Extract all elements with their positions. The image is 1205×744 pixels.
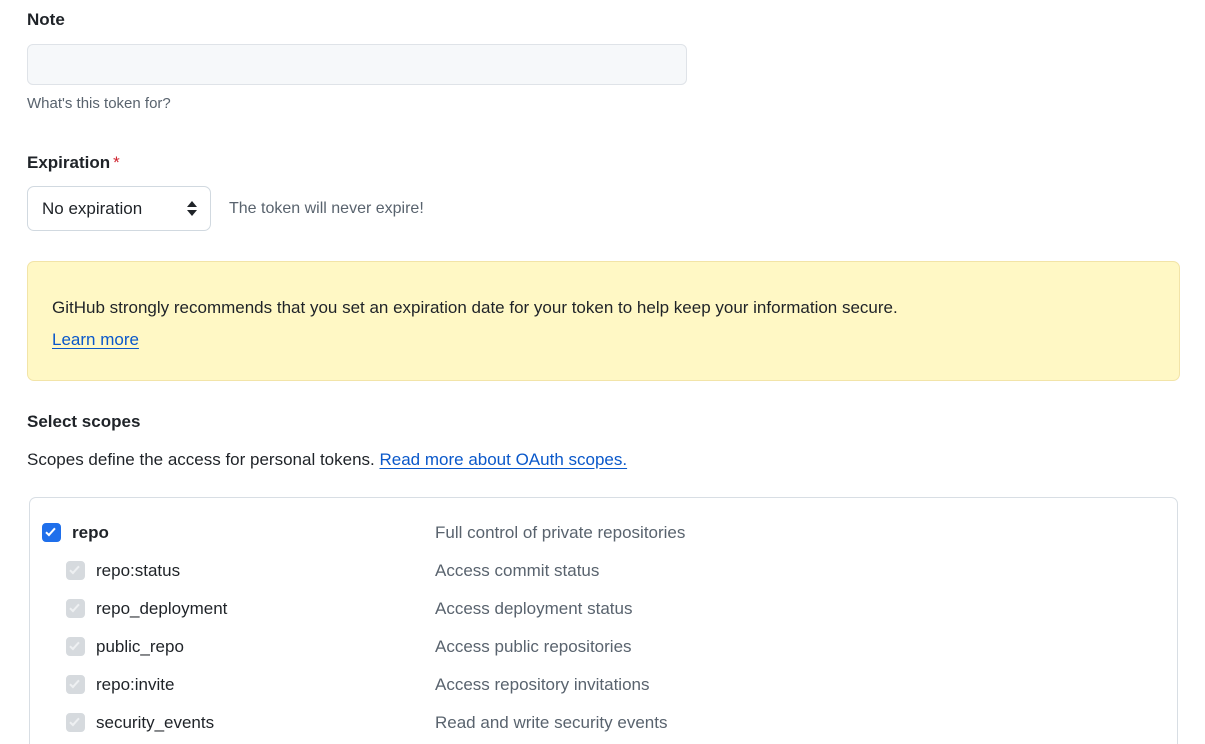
expiration-field-group: Expiration * No expiration The token will… [27, 153, 827, 232]
scope-checkbox [66, 561, 85, 581]
scope-label-cell: repo:invite [30, 675, 435, 695]
scope-description: Access deployment status [435, 598, 633, 618]
scope-checkbox [66, 713, 85, 733]
scope-row: repo:invite Access repository invitations [30, 666, 1177, 704]
scope-description: Access public repositories [435, 636, 632, 656]
expiration-select[interactable]: No expiration [27, 186, 211, 232]
scope-label-cell: repo [30, 523, 435, 543]
checkmark-icon [69, 716, 80, 727]
scope-label-cell: repo_deployment [30, 599, 435, 619]
scope-name: repo:invite [96, 674, 175, 694]
scope-checkbox [66, 599, 85, 619]
scope-checkbox[interactable] [42, 523, 61, 543]
note-help-text: What's this token for? [27, 95, 171, 113]
checkmark-icon [69, 602, 80, 613]
scope-row[interactable]: repo Full control of private repositories [30, 514, 1177, 552]
scope-checkbox [66, 675, 85, 695]
note-field-group: Note What's this token for? [27, 10, 727, 114]
scope-description: Access commit status [435, 560, 600, 580]
scope-name: repo:status [96, 560, 181, 580]
warning-text: GitHub strongly recommends that you set … [52, 298, 898, 317]
scope-row: repo_deployment Access deployment status [30, 590, 1177, 628]
checkmark-icon [69, 678, 80, 689]
scope-description: Read and write security events [435, 712, 668, 732]
expiration-label-text: Expiration [27, 153, 111, 172]
scopes-title: Select scopes [27, 412, 141, 431]
expiration-row: No expiration The token will never expir… [27, 186, 827, 232]
scope-name: repo [72, 522, 109, 542]
checkmark-icon [69, 564, 80, 575]
scopes-list: repo Full control of private repositories… [29, 497, 1178, 744]
scope-description: Full control of private repositories [435, 522, 686, 542]
scope-checkbox [66, 637, 85, 657]
required-asterisk: * [113, 153, 120, 172]
expiration-note: The token will never expire! [229, 199, 424, 217]
note-input[interactable] [27, 44, 687, 86]
scope-label-cell: public_repo [30, 637, 435, 657]
scope-row: public_repo Access public repositories [30, 628, 1177, 666]
scope-description: Access repository invitations [435, 674, 650, 694]
scope-name: security_events [96, 712, 215, 732]
scopes-description-text: Scopes define the access for personal to… [27, 450, 375, 469]
scope-row: repo:status Access commit status [30, 552, 1177, 590]
checkmark-icon [69, 640, 80, 651]
scope-label-cell: security_events [30, 713, 435, 733]
expiration-warning-banner: GitHub strongly recommends that you set … [27, 261, 1180, 381]
scopes-heading-group: Select scopes Scopes define the access f… [27, 412, 1027, 471]
oauth-scopes-link[interactable]: Read more about OAuth scopes. [380, 450, 628, 469]
expiration-selected-value: No expiration [42, 198, 143, 218]
token-form-page: Note What's this token for? Expiration * … [0, 0, 1205, 744]
expiration-label: Expiration * [27, 153, 827, 173]
scope-name: public_repo [96, 636, 184, 656]
checkmark-icon [45, 526, 56, 537]
chevron-up-down-icon [187, 201, 197, 217]
scopes-description: Scopes define the access for personal to… [27, 449, 1027, 471]
scope-row: security_events Read and write security e… [30, 704, 1177, 742]
scope-label-cell: repo:status [30, 561, 435, 581]
note-label: Note [27, 10, 65, 29]
learn-more-link[interactable]: Learn more [52, 330, 139, 350]
scope-name: repo_deployment [96, 598, 228, 618]
